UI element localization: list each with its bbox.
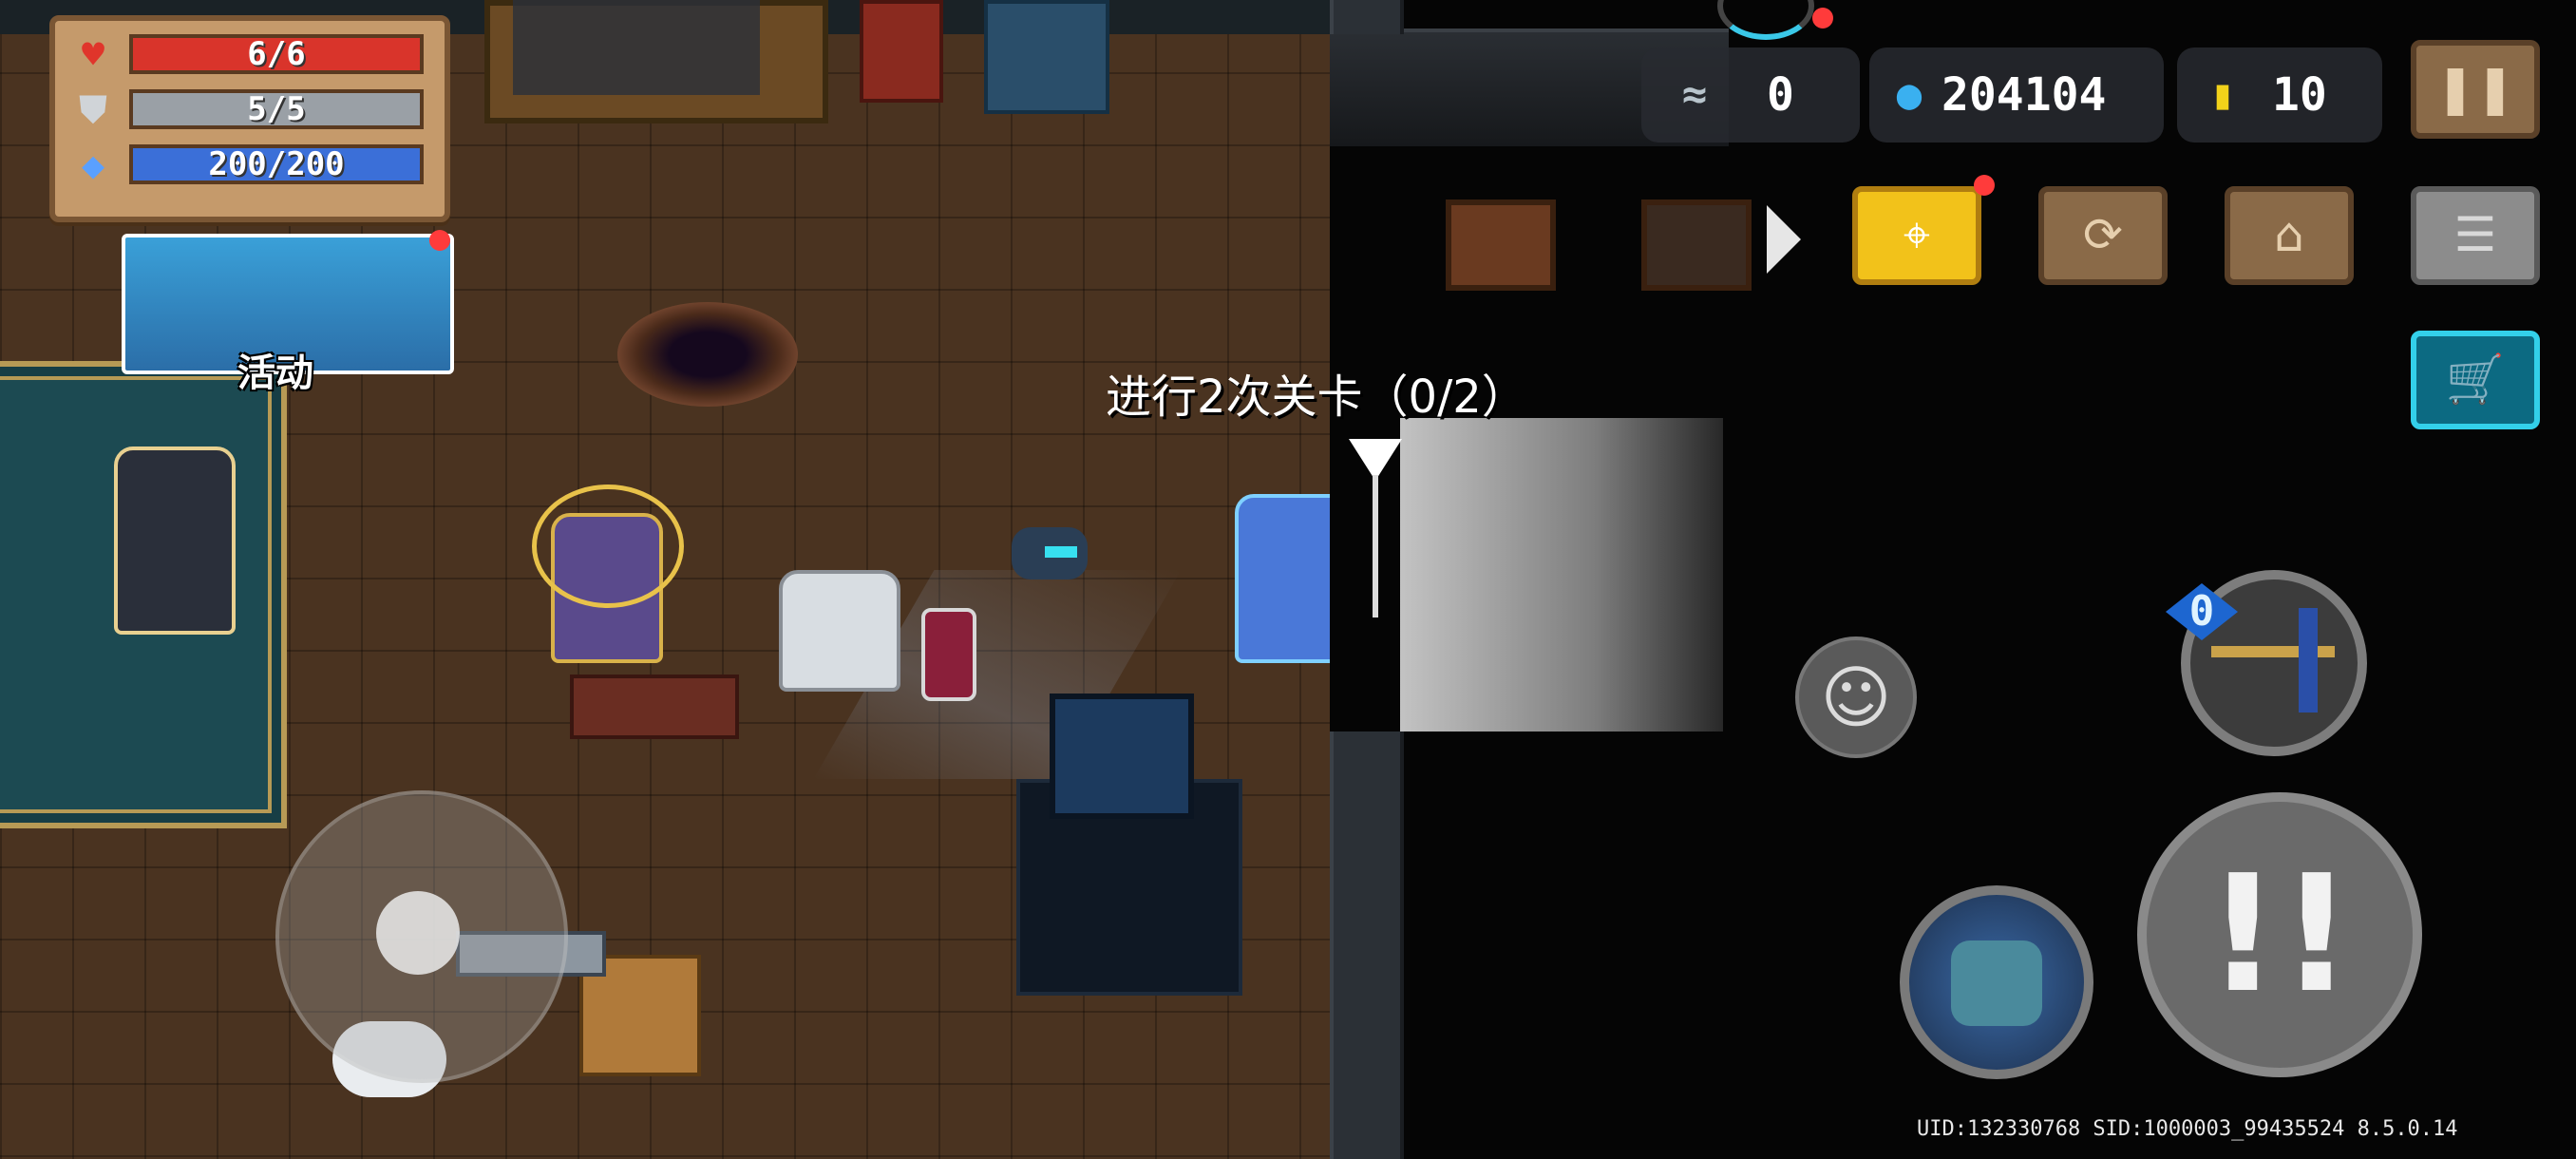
elder-halo (532, 484, 684, 608)
stats-panel: ♥ 6/6 ⛊ 5/5 ◆ 200/200 (49, 15, 450, 222)
heart-icon: ♥ (81, 33, 105, 77)
arcade-screen (1050, 694, 1194, 819)
shop-button[interactable]: 🛒 (2411, 331, 2540, 429)
fish-count: 0 (1767, 68, 1794, 122)
npc-group-top (513, 0, 760, 95)
energy-row: ◆ 200/200 (72, 142, 433, 188)
pause-button[interactable]: ❚❚ (2411, 40, 2540, 139)
fish-icon: ≈ (1681, 70, 1708, 119)
certificate-frame[interactable] (1446, 200, 1556, 291)
wall-pillar-lower (1330, 732, 1404, 1159)
coin-icon: ▮ (2209, 70, 2236, 119)
doorway-light (1400, 418, 1723, 732)
joystick-knob[interactable] (376, 891, 460, 975)
miner-skill-icon (1951, 940, 2042, 1026)
location-notification-dot (1974, 175, 1995, 196)
hp-row: ♥ 6/6 (72, 32, 433, 78)
calendar-frame[interactable] (1641, 200, 1752, 291)
dungeon-portal-pit[interactable] (617, 302, 798, 407)
energy-bar: 200/200 (129, 144, 424, 184)
cat-visor (1045, 546, 1077, 558)
energy-diamond-icon: ◆ (81, 143, 105, 187)
smiley-icon: ☺ (1820, 657, 1892, 737)
bow-limb-icon (2299, 608, 2318, 712)
event-label: 活动 (237, 352, 313, 395)
hp-bar: 6/6 (129, 34, 424, 74)
attack-button[interactable]: !! (2137, 792, 2422, 1077)
armor-row: ⛊ 5/5 (72, 87, 433, 133)
gem-icon: ● (1896, 70, 1923, 119)
white-hair-npc[interactable] (779, 570, 900, 692)
pause-icon: ❚❚ (2435, 61, 2515, 116)
fish-currency: ≈ 0 (1641, 48, 1860, 142)
gem-currency: ● 204104 (1869, 48, 2164, 142)
emote-button[interactable]: ☺ (1795, 636, 1917, 758)
stairs-icon: ⌂ (2274, 207, 2304, 262)
event-notification-dot (429, 230, 450, 251)
blonde-npc[interactable] (114, 446, 236, 635)
armor-bar: 5/5 (129, 89, 424, 129)
gold-currency: ▮ 10 (2177, 48, 2382, 142)
location-button[interactable]: ⌖ (1852, 186, 1981, 285)
quest-flag-pole (1373, 475, 1378, 618)
uid-info: UID:132330768 SID:1000003_99435524 8.5.0… (1917, 1117, 2458, 1141)
tea-table (570, 674, 739, 739)
shield-icon: ⛊ (79, 88, 107, 132)
swap-icon: ⟳ (2083, 207, 2123, 262)
profile-button[interactable]: ☰ (2411, 186, 2540, 285)
swap-button[interactable]: ⟳ (2038, 186, 2168, 285)
profile-card-icon: ☰ (2453, 207, 2497, 262)
gold-count: 10 (2272, 68, 2327, 122)
exclamation-icon: !! (2206, 841, 2354, 1029)
cart-icon: 🛒 (2445, 352, 2506, 407)
potion-bottle (921, 608, 976, 701)
blue-cabinet (984, 0, 1109, 114)
quest-tracker-text: 进行2次关卡（0/2） (1106, 370, 1527, 424)
upgrade-button[interactable]: ⌂ (2225, 186, 2354, 285)
wall-pillar-upper (1330, 0, 1404, 34)
location-pin-icon: ⌖ (1903, 207, 1931, 262)
game-screen: ♥ 6/6 ⛊ 5/5 ◆ 200/200 活动 ≈ 0 ● 204104 ▮ … (0, 0, 2576, 1159)
top-ring-dot (1812, 8, 1833, 28)
expand-arrow-icon[interactable] (1767, 205, 1801, 274)
gem-count: 204104 (1941, 68, 2107, 122)
red-chair (860, 0, 943, 103)
